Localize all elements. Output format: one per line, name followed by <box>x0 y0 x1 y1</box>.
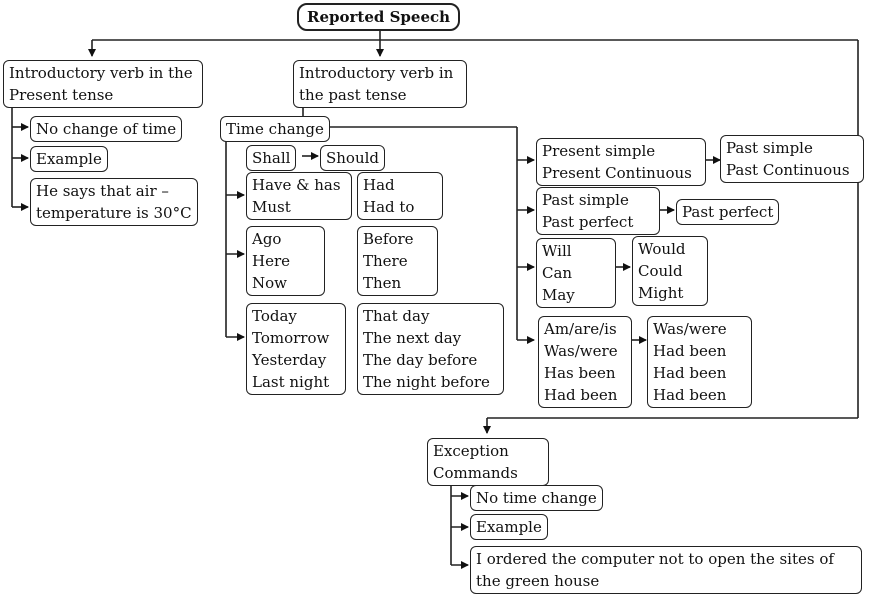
item-text: No change of time <box>36 120 177 138</box>
heading-line: Introductory verb in <box>299 64 454 82</box>
exception-item-example: Example <box>470 514 548 540</box>
time-to-2: Before There Then <box>357 226 438 296</box>
word: Then <box>363 274 402 292</box>
tense: Had been <box>544 386 618 404</box>
present-tense-heading: Introductory verb in the Present tense <box>3 60 203 108</box>
time-to-0: Should <box>320 145 386 171</box>
tense: Present simple <box>542 142 656 160</box>
tense-from-1: Past simple Past perfect <box>536 187 660 235</box>
time-from-0: Shall <box>246 145 297 171</box>
time-change-box: Time change <box>220 116 330 142</box>
word: Before <box>363 230 414 248</box>
heading-line: Exception <box>433 442 509 460</box>
time-to-1: Had Had to <box>357 172 443 220</box>
past-tense-heading: Introductory verb in the past tense <box>293 60 467 108</box>
word: There <box>363 252 408 270</box>
present-item-example-sentence: He says that air – temperature is 30°C <box>30 178 198 226</box>
tense: Would <box>638 240 686 258</box>
tense-to-2: Would Could Might <box>632 236 708 306</box>
word: Had <box>363 176 395 194</box>
word: Have & has <box>252 176 341 194</box>
tense: Had been <box>653 386 727 404</box>
tense: May <box>542 286 575 304</box>
word: Here <box>252 252 291 270</box>
item-text: Example <box>36 150 102 168</box>
item-text: No time change <box>476 489 597 507</box>
tense: Past simple <box>542 191 629 209</box>
time-from-2: Ago Here Now <box>246 226 325 296</box>
word: Now <box>252 274 287 292</box>
exception-heading: Exception Commands <box>427 438 549 486</box>
word: The night before <box>363 373 490 391</box>
present-item-no-change: No change of time <box>30 116 183 142</box>
tense: Was/were <box>653 320 727 338</box>
tense: Past perfect <box>542 213 634 231</box>
tense-to-0: Past simple Past Continuous <box>720 135 864 183</box>
word: Tomorrow <box>252 329 330 347</box>
time-change-label: Time change <box>226 120 324 138</box>
item-text: the green house <box>476 572 600 590</box>
word: Yesterday <box>252 351 327 369</box>
item-text: He says that air – <box>36 182 169 200</box>
tense: Was/were <box>544 342 618 360</box>
word: Shall <box>252 149 291 167</box>
tense-to-1: Past perfect <box>676 199 780 225</box>
item-text: I ordered the computer not to open the s… <box>476 550 834 568</box>
item-text: Example <box>476 518 542 536</box>
word: Had to <box>363 198 415 216</box>
tense: Has been <box>544 364 616 382</box>
tense: Can <box>542 264 573 282</box>
word: Today <box>252 307 297 325</box>
tense: Am/are/is <box>544 320 617 338</box>
item-text: temperature is 30°C <box>36 204 192 222</box>
time-to-3: That day The next day The day before The… <box>357 303 504 395</box>
word: The day before <box>363 351 478 369</box>
heading-line: Introductory verb in the <box>9 64 193 82</box>
title-box: Reported Speech <box>297 3 461 31</box>
tense: Present Continuous <box>542 164 692 182</box>
diagram-title: Reported Speech <box>307 8 451 26</box>
tense-from-3: Am/are/is Was/were Has been Had been <box>538 316 632 408</box>
tense: Past perfect <box>682 203 774 221</box>
word: Last night <box>252 373 330 391</box>
tense: Could <box>638 262 683 280</box>
tense: Past simple <box>726 139 813 157</box>
time-from-3: Today Tomorrow Yesterday Last night <box>246 303 346 395</box>
exception-item-example-sentence: I ordered the computer not to open the s… <box>470 546 862 594</box>
tense-from-2: Will Can May <box>536 238 616 308</box>
tense-from-0: Present simple Present Continuous <box>536 138 706 186</box>
tense: Might <box>638 284 684 302</box>
word: The next day <box>363 329 462 347</box>
heading-line: the past tense <box>299 86 407 104</box>
word: Should <box>326 149 380 167</box>
word: Ago <box>252 230 282 248</box>
tense-to-3: Was/were Had been Had been Had been <box>647 316 752 408</box>
tense: Had been <box>653 342 727 360</box>
tense: Will <box>542 242 572 260</box>
word: That day <box>363 307 430 325</box>
time-from-1: Have & has Must <box>246 172 352 220</box>
heading-line: Present tense <box>9 86 114 104</box>
tense: Had been <box>653 364 727 382</box>
exception-item-no-time-change: No time change <box>470 485 603 511</box>
word: Must <box>252 198 291 216</box>
present-item-example: Example <box>30 146 108 172</box>
heading-line: Commands <box>433 464 518 482</box>
tense: Past Continuous <box>726 161 850 179</box>
